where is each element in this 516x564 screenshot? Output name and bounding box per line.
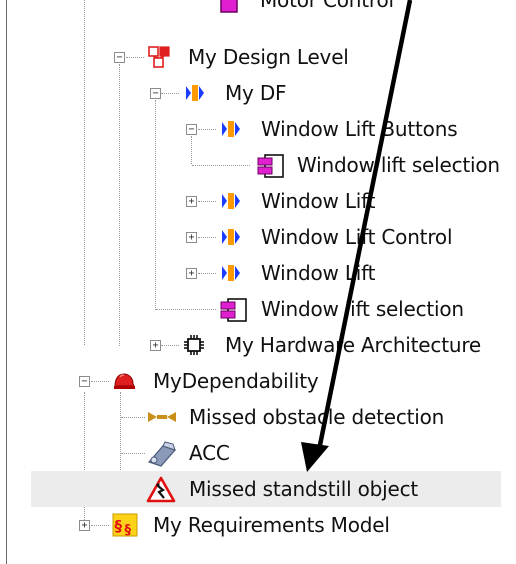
requirements-icon: § § bbox=[112, 513, 138, 537]
collapse-toggle[interactable]: − bbox=[186, 124, 197, 135]
tree-item-label: Window Lift bbox=[261, 189, 376, 213]
tree-item-label: Window lift selection bbox=[297, 153, 500, 177]
failure-mode-icon bbox=[146, 405, 180, 429]
tree-item-label: Window lift selection bbox=[261, 297, 464, 321]
collapse-toggle[interactable]: − bbox=[79, 376, 90, 387]
component-icon bbox=[254, 152, 286, 180]
svg-text:§: § bbox=[115, 517, 123, 535]
svg-text:§: § bbox=[125, 523, 132, 537]
model-tree[interactable]: Motor Control − My Design Level − My DF bbox=[0, 0, 516, 564]
collapse-toggle[interactable]: − bbox=[150, 88, 161, 99]
functional-block-icon bbox=[219, 117, 243, 141]
functional-block-icon bbox=[219, 261, 243, 285]
tree-item-label: ACC bbox=[189, 441, 230, 465]
hazard-warning-icon bbox=[146, 476, 176, 504]
tree-item-partial[interactable]: Motor Control bbox=[214, 0, 414, 28]
tree-item-label: Missed obstacle detection bbox=[189, 405, 445, 429]
tree-item-label: Window Lift Control bbox=[261, 225, 453, 249]
tree-item-label: MyDependability bbox=[153, 369, 319, 393]
tree-item-label: Window Lift Buttons bbox=[261, 117, 458, 141]
expand-toggle[interactable]: + bbox=[186, 196, 197, 207]
functional-block-icon bbox=[219, 189, 243, 213]
tree-item-label: Motor Control bbox=[260, 0, 394, 12]
collapse-toggle[interactable]: − bbox=[114, 52, 125, 63]
tree-item-label: My Design Level bbox=[188, 45, 349, 69]
functional-block-icon bbox=[183, 81, 207, 105]
tree-item-label: Window Lift bbox=[261, 261, 376, 285]
design-level-icon bbox=[147, 45, 171, 69]
expand-toggle[interactable]: + bbox=[186, 232, 197, 243]
component-icon bbox=[218, 0, 240, 14]
expand-toggle[interactable]: + bbox=[186, 268, 197, 279]
tree-item-label: My DF bbox=[225, 81, 287, 105]
helmet-icon bbox=[112, 369, 136, 393]
sensor-icon bbox=[145, 440, 179, 468]
expand-toggle[interactable]: + bbox=[150, 340, 161, 351]
chip-icon bbox=[182, 333, 206, 357]
functional-block-icon bbox=[219, 225, 243, 249]
tree-item-label: Missed standstill object bbox=[189, 477, 419, 501]
tree-item-label: My Requirements Model bbox=[153, 513, 390, 537]
tree-item-label: My Hardware Architecture bbox=[225, 333, 482, 357]
component-icon bbox=[217, 296, 249, 324]
expand-toggle[interactable]: + bbox=[79, 520, 90, 531]
